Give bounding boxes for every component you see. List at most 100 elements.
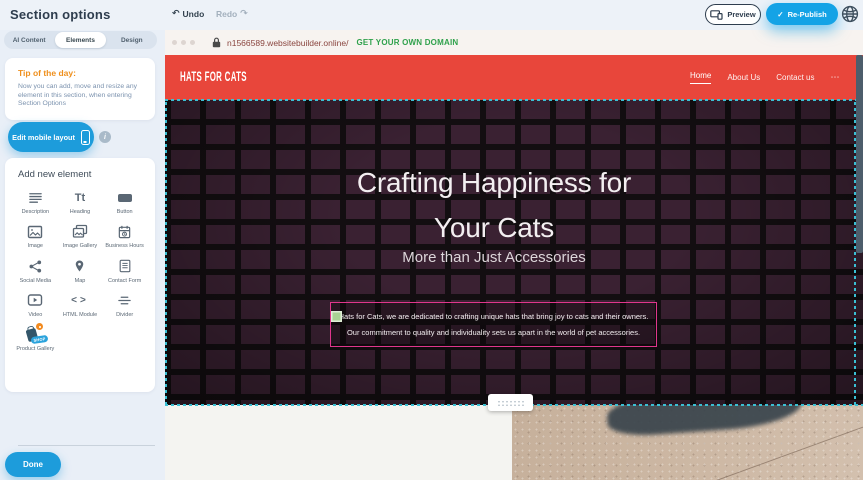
info-button[interactable]: i [99,131,111,143]
product-gallery-icon: SHOP [23,326,47,343]
topbar: Section options ↶ Undo Redo ↷ Preview ✓ … [0,0,863,30]
image-icon [27,223,43,240]
element-label: Business Hours [105,243,144,249]
preview-button[interactable]: Preview [705,4,761,25]
hero-subheading: More than Just Accessories [165,249,823,266]
phone-icon [81,130,90,145]
next-section[interactable] [165,405,863,480]
check-icon: ✓ [777,10,783,19]
edit-mobile-label: Edit mobile layout [12,133,75,142]
tab-elements[interactable]: Elements [55,32,105,48]
html-module-icon: <> [71,292,89,309]
republish-label: Re-Publish [788,10,827,19]
social-media-icon [28,258,43,275]
element-label: Divider [116,312,133,318]
section-outline-top [165,99,863,101]
undo-label: Undo [183,9,205,19]
element-label: Contact Form [108,278,141,284]
tip-card: Tip of the day: Now you can add, move an… [5,58,155,120]
add-element-map[interactable]: Map [58,255,103,284]
nav-more-icon[interactable]: ⋯ [831,73,840,83]
element-label: Image Gallery [63,243,97,249]
hero-heading: Crafting Happiness for Your Cats [165,160,823,250]
heading-icon: Tt [75,189,85,206]
map-icon [73,258,86,275]
sidebar-tabbar: AI Content Elements Design [4,31,157,49]
hero-section[interactable]: Crafting Happiness for Your Cats More th… [165,100,863,405]
element-label: Product Gallery [16,346,54,352]
edit-mobile-layout-button[interactable]: Edit mobile layout [8,122,94,152]
add-element-divider[interactable]: Divider [102,289,147,318]
redo-label: Redo [216,9,237,19]
button-icon [118,189,132,206]
selected-text-element[interactable]: Hats for Cats, we are dedicated to craft… [330,302,657,347]
element-label: Image [28,243,43,249]
add-element-title: Add new element [18,169,91,180]
grip-dots-icon [497,400,525,406]
preview-devices-icon [710,10,723,20]
globe-icon [841,5,859,23]
site-preview: n1566589.websitebuilder.online/ GET YOUR… [165,30,863,480]
element-drag-handle[interactable] [331,311,342,322]
app-window: Section options ↶ Undo Redo ↷ Preview ✓ … [0,0,863,480]
undo-icon: ↶ [172,9,180,19]
site-nav: Home About Us Contact us ⋯ [690,55,840,100]
tab-ai-content[interactable]: AI Content [4,31,54,49]
tab-design[interactable]: Design [107,31,157,49]
add-element-description[interactable]: Description [13,186,58,215]
nav-about-us[interactable]: About Us [727,73,760,82]
hero-paragraph-line2: Our commitment to quality and individual… [347,325,640,341]
add-element-social-media[interactable]: Social Media [13,255,58,284]
undo-button[interactable]: ↶ Undo [172,9,204,19]
hero-paragraph-line1: Hats for Cats, we are dedicated to craft… [339,309,649,325]
window-dots-icon [172,40,199,45]
add-element-heading[interactable]: Tt Heading [58,186,103,215]
add-element-button[interactable]: Button [102,186,147,215]
url-text: n1566589.websitebuilder.online/ [227,38,348,48]
sidebar: AI Content Elements Design Tip of the da… [0,30,165,480]
image-gallery-icon [72,223,88,240]
language-globe-button[interactable] [841,5,859,23]
add-element-video[interactable]: Video [13,289,58,318]
section-outline-left [165,100,167,405]
redo-button[interactable]: Redo ↷ [216,9,248,19]
add-element-panel: Add new element Description Tt Heading B… [5,158,155,392]
contact-form-icon [118,258,132,275]
element-label: Description [22,209,50,215]
hero-content: Crafting Happiness for Your Cats More th… [165,100,823,405]
description-icon [28,189,43,206]
done-button[interactable]: Done [5,452,61,477]
site-logo: HATS FOR CATS [180,70,247,85]
sidebar-divider [18,445,155,446]
section-resize-handle[interactable] [488,394,533,411]
notification-badge-icon [36,323,43,330]
element-label: Heading [70,209,91,215]
preview-label: Preview [727,10,755,19]
info-icon: i [104,134,106,141]
element-label: HTML Module [63,312,97,318]
nav-contact-us[interactable]: Contact us [776,73,814,82]
browser-chrome: n1566589.websitebuilder.online/ GET YOUR… [165,30,863,55]
cat-shadow-shape [606,405,803,438]
element-label: Social Media [20,278,52,284]
add-element-html-module[interactable]: <> HTML Module [58,289,103,318]
add-element-contact-form[interactable]: Contact Form [102,255,147,284]
preview-scrollbar[interactable] [856,55,863,253]
tip-body: Now you can add, move and resize any ele… [18,83,148,109]
divider-icon [117,292,132,309]
page-title: Section options [10,7,111,22]
get-domain-link[interactable]: GET YOUR OWN DOMAIN [356,38,458,47]
lock-icon [212,37,221,48]
nav-home[interactable]: Home [690,71,711,84]
video-icon [27,292,43,309]
add-element-image[interactable]: Image [13,220,58,249]
tip-title: Tip of the day: [18,68,76,78]
add-element-image-gallery[interactable]: Image Gallery [58,220,103,249]
add-element-product-gallery[interactable]: SHOP Product Gallery [13,323,58,352]
next-section-image [512,405,863,480]
add-element-business-hours[interactable]: Business Hours [102,220,147,249]
element-label: Map [75,278,86,284]
site-header: HATS FOR CATS Home About Us Contact us ⋯ [165,55,863,100]
element-grid: Description Tt Heading Button Image [13,186,147,352]
republish-button[interactable]: ✓ Re-Publish [766,3,838,25]
